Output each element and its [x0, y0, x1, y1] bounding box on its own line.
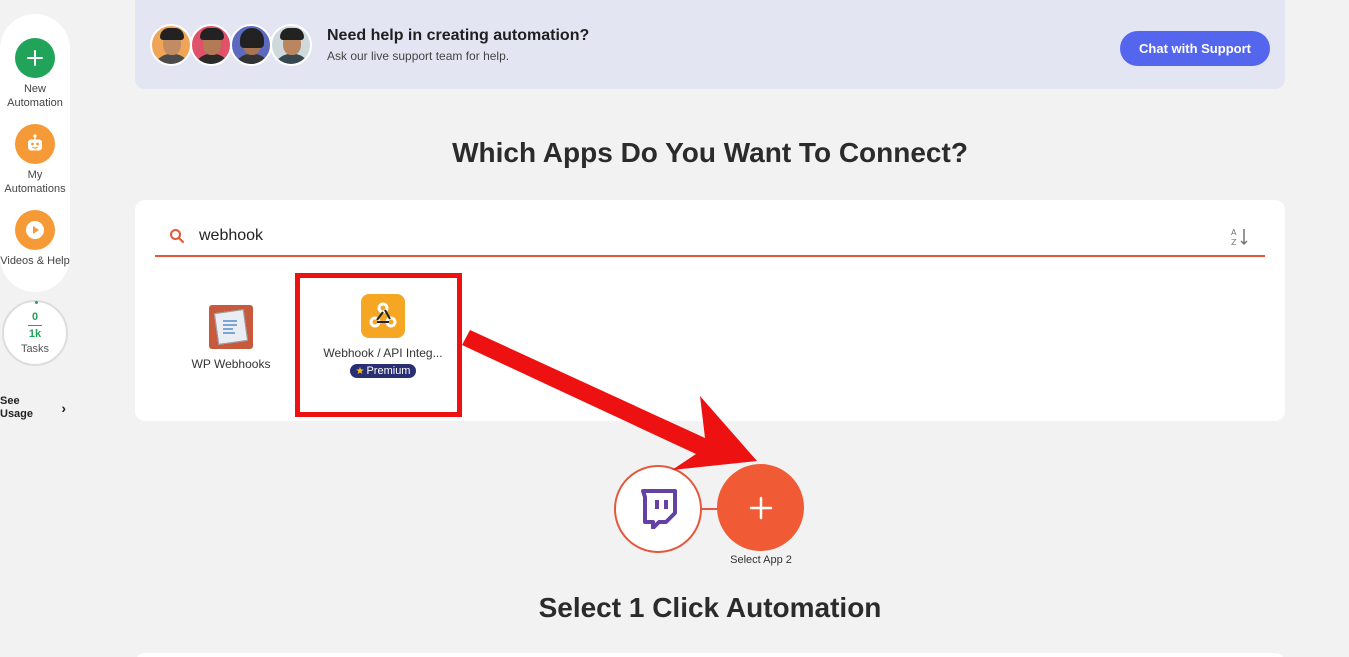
- robot-icon: [15, 124, 55, 164]
- page-title: Which Apps Do You Want To Connect?: [452, 137, 968, 168]
- banner-subtitle: Ask our live support team for help.: [327, 48, 510, 63]
- sidebar-item-label: My Automations: [4, 169, 66, 195]
- tasks-divider: [28, 325, 42, 326]
- chat-with-support-button[interactable]: Chat with Support: [1120, 31, 1270, 66]
- tasks-label: Tasks: [20, 343, 50, 355]
- section-title: Select 1 Click Automation: [538, 592, 882, 623]
- sidebar-item-new-automation[interactable]: New Automation: [0, 38, 70, 110]
- sidebar-item-label: Videos & Help: [0, 255, 70, 267]
- avatar: [190, 23, 232, 66]
- avatar: [270, 23, 312, 66]
- banner-title: Need help in creating automation?: [327, 26, 590, 44]
- sidebar: New Automation My Automations Videos & H…: [0, 14, 70, 366]
- play-icon: [14, 210, 55, 250]
- app-result-wp-webhooks[interactable]: WP Webhooks: [191, 305, 271, 371]
- support-banner: Need help in creating automation? Ask ou…: [135, 0, 1285, 89]
- avatar: [230, 23, 272, 66]
- sidebar-nav: New Automation My Automations Videos & H…: [0, 14, 70, 292]
- app-result-label: Webhook / API Integ...: [323, 346, 443, 360]
- sidebar-item-videos-help[interactable]: Videos & Help: [0, 210, 70, 268]
- svg-text:Z: Z: [1231, 238, 1237, 247]
- plus-icon: [749, 496, 772, 519]
- search-icon: [170, 229, 184, 243]
- app-search-card: A Z WP Webhooks Webhook / API Integ... ★…: [135, 200, 1285, 421]
- plus-icon: [15, 38, 55, 78]
- sidebar-item-label: New Automation: [7, 83, 63, 109]
- twitch-icon: [641, 489, 677, 529]
- banner-text: Need help in creating automation? Ask ou…: [327, 27, 589, 63]
- see-usage-link[interactable]: See Usage ›: [0, 395, 70, 421]
- app-result-webhook-api[interactable]: Webhook / API Integ... ★ Premium: [303, 294, 463, 378]
- svg-text:A: A: [1231, 228, 1237, 237]
- premium-badge-label: Premium: [366, 365, 411, 377]
- app-result-label: WP Webhooks: [191, 357, 271, 371]
- select-app-2-button[interactable]: [717, 464, 804, 551]
- avatar: [150, 23, 192, 66]
- star-icon: ★: [355, 365, 365, 377]
- wp-webhooks-logo-icon: [209, 305, 253, 349]
- tasks-used: 0: [31, 311, 39, 323]
- tasks-usage-ring: 0 1k Tasks: [2, 300, 68, 366]
- webhook-logo-icon: [361, 294, 405, 338]
- support-team-avatars: [150, 23, 312, 66]
- sort-alpha-icon[interactable]: A Z: [1229, 226, 1251, 248]
- chevron-right-icon: ›: [61, 400, 66, 416]
- search-bar: A Z: [155, 217, 1265, 257]
- app-1-twitch[interactable]: [614, 465, 702, 553]
- sidebar-item-my-automations[interactable]: My Automations: [0, 124, 70, 196]
- search-input[interactable]: [199, 227, 1099, 245]
- see-usage-label: See Usage: [0, 395, 34, 420]
- progress-dot: [35, 301, 38, 304]
- premium-badge: ★ Premium: [349, 364, 417, 378]
- automations-card: [135, 653, 1285, 657]
- tasks-total: 1k: [28, 328, 42, 340]
- select-app-2-label: Select App 2: [730, 554, 792, 566]
